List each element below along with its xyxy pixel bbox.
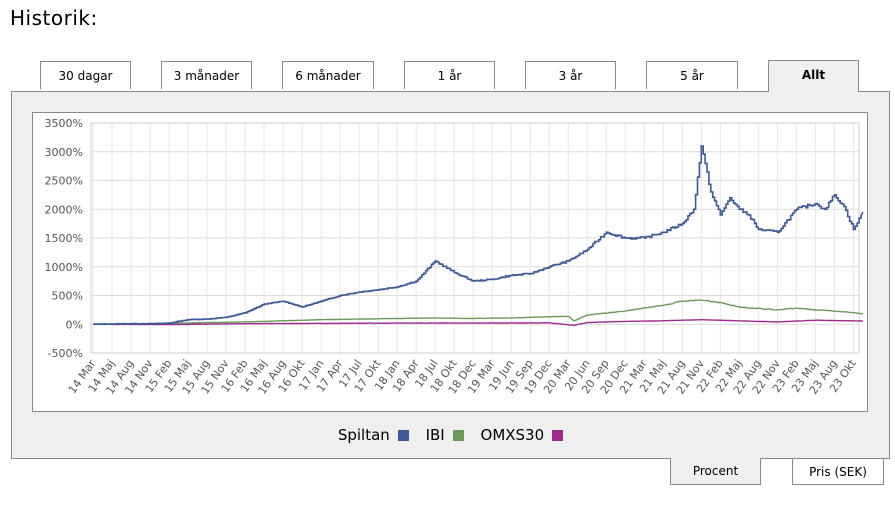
tab-1-ar[interactable]: 1 år (404, 61, 495, 89)
tab-3-manader[interactable]: 3 månader (161, 61, 252, 89)
tab-3-ar[interactable]: 3 år (525, 61, 616, 89)
tab-6-manader[interactable]: 6 månader (282, 61, 374, 89)
legend-label-ibi: IBI (425, 426, 445, 444)
legend-swatch-spiltan (397, 430, 409, 441)
legend-item-omxs30[interactable]: OMXS30 (481, 426, 564, 444)
legend-label-spiltan: Spiltan (337, 426, 390, 444)
tab-allt[interactable]: Allt (768, 60, 859, 92)
y-tick-label: 2500% (45, 175, 83, 188)
legend-item-spiltan[interactable]: Spiltan (338, 426, 409, 444)
page-heading: Historik: (10, 6, 98, 30)
tab-30-dagar[interactable]: 30 dagar (40, 61, 131, 89)
chart-legend: Spiltan IBI OMXS30 (12, 426, 889, 444)
line-chart: -500% 0% 500% 1000% 1500% 2000% 2500% 3000% 3500… (45, 117, 864, 397)
legend-swatch-omxs30 (552, 430, 564, 441)
y-tick-label: 3000% (45, 146, 83, 159)
chart-frame: -500% 0% 500% 1000% 1500% 2000% 2500% 3000% 3500… (32, 112, 868, 412)
series-line-spiltan (93, 145, 864, 326)
legend-swatch-ibi (452, 430, 464, 441)
y-tick-label: 1000% (45, 261, 83, 274)
y-tick-label: 500% (52, 290, 83, 303)
y-tick-label: 3500% (45, 117, 83, 130)
chart-panel: -500% 0% 500% 1000% 1500% 2000% 2500% 3000% 3500… (11, 91, 890, 459)
y-tick-label: 2000% (45, 203, 83, 216)
y-tick-label: 1500% (45, 232, 83, 245)
tab-procent[interactable]: Procent (670, 458, 761, 485)
legend-item-ibi[interactable]: IBI (426, 426, 464, 444)
tab-pris-sek[interactable]: Pris (SEK) (792, 459, 884, 485)
y-tick-label: -500% (48, 347, 83, 360)
tab-5-ar[interactable]: 5 år (646, 61, 738, 89)
y-tick-label: 0% (66, 318, 83, 331)
legend-label-omxs30: OMXS30 (480, 426, 545, 444)
